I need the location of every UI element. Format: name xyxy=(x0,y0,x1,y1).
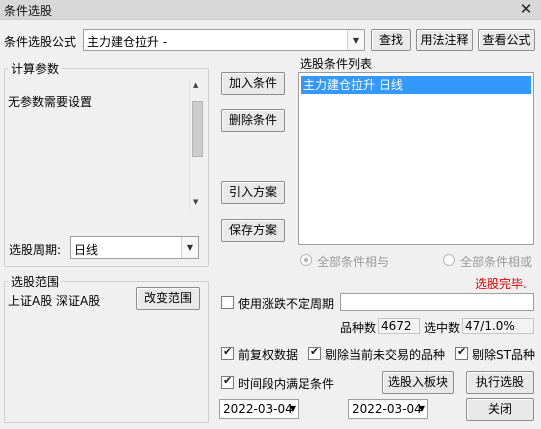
start-date-value: 2022-03-04 xyxy=(223,402,293,416)
chevron-down-icon[interactable]: ▼ xyxy=(419,404,425,413)
exclude-st-checkbox[interactable] xyxy=(455,345,468,360)
selected-label: 选中数 xyxy=(424,321,461,335)
range-text: 上证A股 深证A股 xyxy=(8,294,101,308)
radio-and-label: 全部条件相与 xyxy=(317,255,390,269)
radio-and[interactable] xyxy=(300,254,312,266)
exclude-untraded-checkbox[interactable] xyxy=(308,345,321,360)
add-to-block-button[interactable]: 选股入板块 xyxy=(382,371,454,394)
period-label: 选股周期: xyxy=(9,243,62,257)
execute-button[interactable]: 执行选股 xyxy=(466,371,534,394)
formula-value: 主力建仓拉升 - xyxy=(87,35,168,49)
usage-notes-button[interactable]: 用法注释 xyxy=(416,29,473,51)
range-legend: 选股范围 xyxy=(8,273,63,290)
view-formula-button[interactable]: 查看公式 xyxy=(478,29,535,51)
radio-or-label: 全部条件相或 xyxy=(460,255,533,269)
conditions-list[interactable]: 主力建仓拉升 日线 xyxy=(298,72,534,245)
chevron-down-icon[interactable]: ▼ xyxy=(290,404,296,413)
params-text: 无参数需要设置 xyxy=(8,95,93,109)
exclude-untraded-label: 剔除当前未交易的品种 xyxy=(325,348,446,362)
exclude-st-label: 剔除ST品种 xyxy=(472,348,535,362)
title-bar xyxy=(0,0,541,20)
import-plan-button[interactable]: 引入方案 xyxy=(221,181,285,204)
scroll-up-icon[interactable]: ▲ xyxy=(193,81,198,89)
use-period-label: 使用涨跌不定周期 xyxy=(238,297,335,311)
adjust-label: 前复权数据 xyxy=(238,348,299,362)
params-legend: 计算参数 xyxy=(8,60,63,77)
adjust-checkbox[interactable] xyxy=(221,345,234,360)
use-period-checkbox[interactable] xyxy=(221,296,234,309)
conditions-label: 选股条件列表 xyxy=(300,57,373,71)
formula-label: 条件选股公式 xyxy=(4,35,77,49)
formula-select[interactable]: 主力建仓拉升 - ▼ xyxy=(83,29,365,51)
chevron-down-icon[interactable]: ▼ xyxy=(181,237,198,258)
scroll-down-icon[interactable]: ▼ xyxy=(193,198,198,206)
change-range-button[interactable]: 改变范围 xyxy=(136,287,200,310)
scroll-thumb[interactable] xyxy=(192,101,203,157)
window-title: 条件选股 xyxy=(4,4,53,18)
add-condition-button[interactable]: 加入条件 xyxy=(221,72,285,95)
find-button[interactable]: 查找 xyxy=(371,29,411,51)
status-text: 选股完毕. xyxy=(475,277,527,291)
time-range-checkbox[interactable] xyxy=(221,374,234,389)
period-select[interactable]: 日线 ▼ xyxy=(70,236,199,259)
save-plan-button[interactable]: 保存方案 xyxy=(221,219,285,242)
selected-value: 47/1.0% xyxy=(462,318,534,334)
close-button[interactable]: 关闭 xyxy=(466,398,534,421)
close-icon[interactable]: ✕ xyxy=(517,0,535,19)
chevron-down-icon[interactable]: ▼ xyxy=(347,30,364,50)
end-date-value: 2022-03-04 xyxy=(352,402,422,416)
radio-or[interactable] xyxy=(443,254,455,266)
condition-item[interactable]: 主力建仓拉升 日线 xyxy=(301,76,531,94)
end-date-field[interactable]: 2022-03-04 ▼ xyxy=(348,399,428,419)
period-input[interactable] xyxy=(340,293,534,311)
start-date-field[interactable]: 2022-03-04 ▼ xyxy=(219,399,299,419)
period-value: 日线 xyxy=(74,243,99,257)
delete-condition-button[interactable]: 删除条件 xyxy=(221,109,285,132)
count-value: 4672 xyxy=(378,318,420,334)
time-range-label: 时间段内满足条件 xyxy=(238,377,335,391)
count-label: 品种数 xyxy=(340,321,377,335)
params-scrollbar[interactable]: ▲ ▼ xyxy=(189,80,204,210)
